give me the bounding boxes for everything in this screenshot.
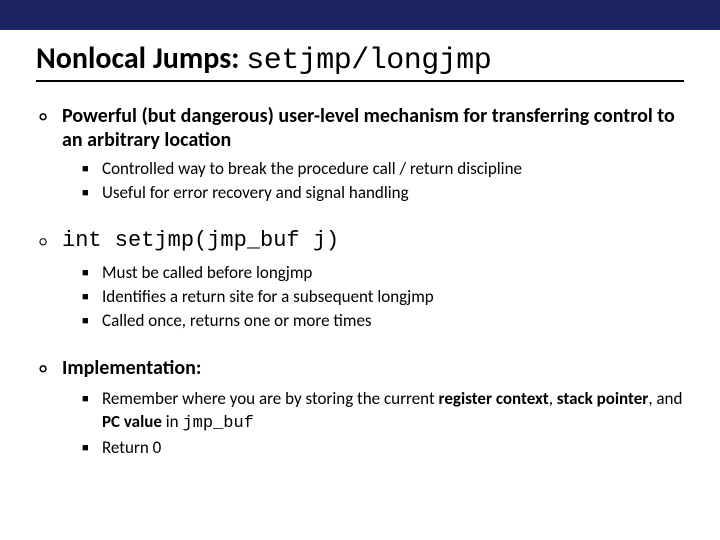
section-heading-text: Powerful (but dangerous) user-level mech… — [62, 104, 684, 152]
sub-bullet-item: ■ Identifies a return site for a subseque… — [82, 286, 684, 308]
sub-bullet-item: ■ Controlled way to break the procedure c… — [82, 158, 684, 180]
section-heading: ○ Implementation: — [36, 356, 684, 382]
sub-bullet-list: ■ Must be called before longjmp ■ Identifie… — [36, 262, 684, 332]
sub-bullet-item: ■ Return 0 — [82, 437, 684, 459]
sub-bullet-text: Useful for error recovery and signal han… — [102, 182, 684, 204]
sub-bullet-text: Remember where you are by storing the cu… — [102, 388, 684, 434]
sub-bullet-item: ■ Must be called before longjmp — [82, 262, 684, 284]
sub-bullet-item: ■ Called once, returns one or more times — [82, 310, 684, 332]
title-bar — [0, 0, 720, 30]
square-bullet-icon: ■ — [82, 182, 92, 204]
sub-bullet-text: Called once, returns one or more times — [102, 310, 684, 332]
square-bullet-icon: ■ — [82, 437, 92, 459]
square-bullet-icon: ■ — [82, 388, 92, 410]
section-heading: ○ Powerful (but dangerous) user-level mec… — [36, 104, 684, 152]
section-heading-text: int setjmp(jmp_buf j) — [62, 228, 684, 253]
section: ○ int setjmp(jmp_buf j) ■ Must be called be… — [36, 228, 684, 332]
sub-bullet-text: Controlled way to break the procedure ca… — [102, 158, 684, 180]
slide-content: Nonlocal Jumps: setjmp/longjmp ○ Powerful… — [0, 30, 720, 459]
square-bullet-icon: ■ — [82, 262, 92, 284]
section-heading: ○ int setjmp(jmp_buf j) — [36, 228, 684, 256]
circle-bullet-icon: ○ — [36, 104, 50, 130]
square-bullet-icon: ■ — [82, 286, 92, 308]
title-prefix: Nonlocal Jumps: — [36, 40, 246, 77]
sub-bullet-text: Must be called before longjmp — [102, 262, 684, 284]
sub-bullet-text: Identifies a return site for a subsequen… — [102, 286, 684, 308]
circle-bullet-icon: ○ — [36, 228, 50, 256]
circle-bullet-icon: ○ — [36, 356, 50, 382]
sub-bullet-list: ■ Remember where you are by storing the c… — [36, 388, 684, 458]
square-bullet-icon: ■ — [82, 310, 92, 332]
sub-bullet-item: ■ Useful for error recovery and signal ha… — [82, 182, 684, 204]
section: ○ Powerful (but dangerous) user-level mec… — [36, 104, 684, 204]
sub-bullet-list: ■ Controlled way to break the procedure c… — [36, 158, 684, 204]
sub-bullet-text: Return 0 — [102, 437, 684, 459]
section: ○ Implementation: ■ Remember where you are … — [36, 356, 684, 458]
section-heading-text: Implementation: — [62, 356, 684, 380]
title-code: setjmp/longjmp — [246, 44, 491, 78]
sub-bullet-item: ■ Remember where you are by storing the c… — [82, 388, 684, 434]
slide-title: Nonlocal Jumps: setjmp/longjmp — [36, 40, 684, 82]
square-bullet-icon: ■ — [82, 158, 92, 180]
